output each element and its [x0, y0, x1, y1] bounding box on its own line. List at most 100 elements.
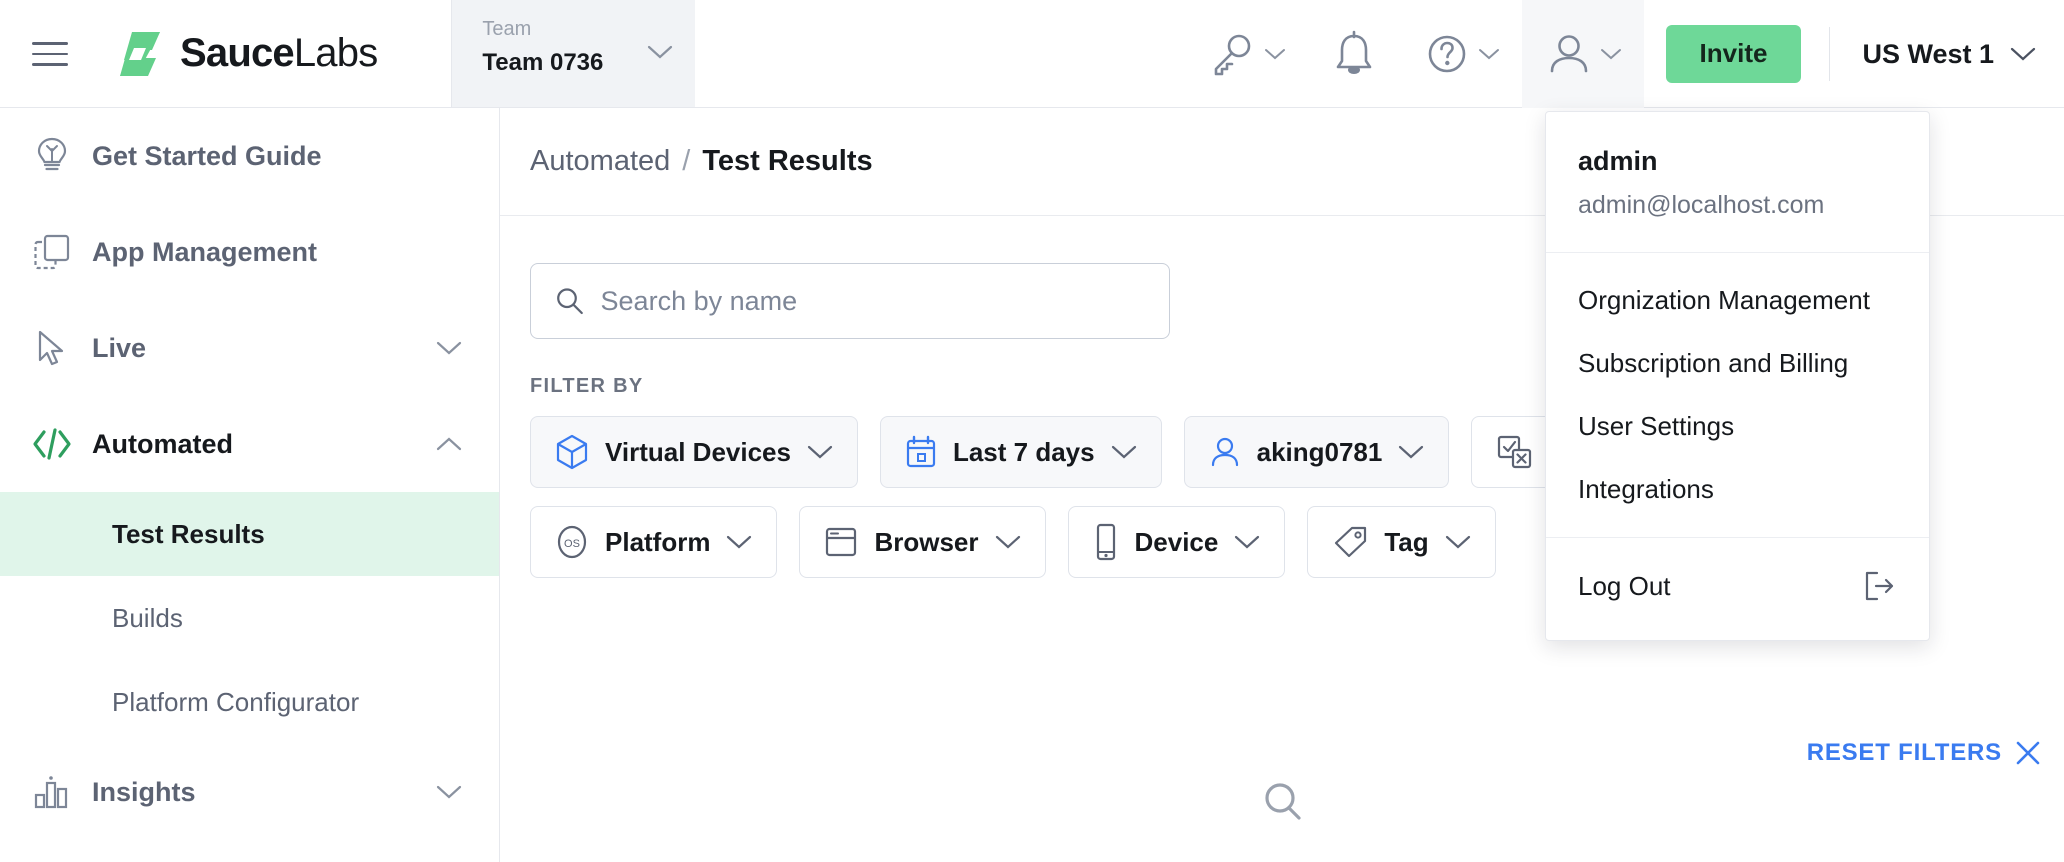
chevron-down-icon [435, 340, 463, 356]
sidebar-item-label: Get Started Guide [92, 141, 322, 172]
team-selector[interactable]: Team Team 0736 [452, 0, 695, 107]
hamburger-bar [32, 63, 68, 66]
menu-item-integrations[interactable]: Integrations [1546, 458, 1929, 521]
chevron-down-icon [1445, 534, 1471, 550]
chevron-down-icon [2010, 46, 2036, 62]
loading-spinner-icon [1259, 779, 1305, 825]
filter-chip-date-range[interactable]: Last 7 days [880, 416, 1162, 488]
help-circle-icon [1422, 29, 1472, 79]
cube-icon [555, 434, 589, 470]
sidebar-item-insights[interactable]: Insights [0, 744, 499, 840]
sauce-labs-logo-icon [114, 28, 166, 80]
search-icon [555, 285, 585, 317]
top-header: SauceLabs Team Team 0736 [0, 0, 2064, 108]
chevron-down-icon [435, 784, 463, 800]
menu-item-user-settings[interactable]: User Settings [1546, 395, 1929, 458]
sidebar-item-automated[interactable]: Automated [0, 396, 499, 492]
menu-item-label: Subscription and Billing [1578, 348, 1848, 379]
user-menu-items: Orgnization Management Subscription and … [1546, 253, 1929, 538]
bell-icon [1330, 28, 1378, 80]
hamburger-bar [32, 42, 68, 45]
status-check-x-icon [1496, 434, 1534, 470]
help-button[interactable] [1400, 0, 1522, 108]
sidebar-item-label: Insights [92, 777, 196, 808]
app-copy-icon [30, 233, 74, 271]
menu-item-organization-management[interactable]: Orgnization Management [1546, 269, 1929, 332]
filter-chip-label: Platform [605, 527, 710, 558]
brand-text: SauceLabs [180, 31, 377, 76]
user-account-menu: admin admin@localhost.com Orgnization Ma… [1545, 111, 1930, 641]
sauce-labs-app: SauceLabs Team Team 0736 [0, 0, 2064, 862]
user-account-button[interactable] [1522, 0, 1644, 108]
calendar-icon [905, 435, 937, 469]
filter-chip-tag[interactable]: Tag [1307, 506, 1495, 578]
notifications-button[interactable] [1308, 0, 1400, 108]
search-input[interactable] [601, 286, 1145, 317]
filter-chip-platform[interactable]: OS Platform [530, 506, 777, 578]
chevron-down-icon [1398, 444, 1424, 460]
filter-chip-label: Last 7 days [953, 437, 1095, 468]
filter-chip-label: Device [1135, 527, 1219, 558]
user-icon [1209, 435, 1241, 469]
user-menu-footer: Log Out [1546, 538, 1929, 640]
key-icon [1206, 28, 1258, 80]
menu-item-label: User Settings [1578, 411, 1734, 442]
bar-chart-icon [30, 775, 74, 809]
team-value: Team 0736 [482, 49, 671, 77]
filter-chip-browser[interactable]: Browser [799, 506, 1045, 578]
filter-chip-owner[interactable]: aking0781 [1184, 416, 1450, 488]
filter-chip-label: Browser [874, 527, 978, 558]
menu-item-label: Integrations [1578, 474, 1714, 505]
team-label: Team [482, 16, 671, 43]
api-key-button[interactable] [1184, 0, 1308, 108]
sidebar-subitem-platform-configurator[interactable]: Platform Configurator [0, 660, 499, 744]
sidebar-nav: Get Started Guide App Management Live [0, 108, 500, 862]
chevron-down-icon [1600, 47, 1622, 61]
sidebar-item-label: Automated [92, 429, 233, 460]
user-menu-name: admin [1578, 146, 1897, 177]
brand-logo-link[interactable]: SauceLabs [100, 0, 377, 107]
filter-chip-device[interactable]: Device [1068, 506, 1286, 578]
sidebar-item-label: App Management [92, 237, 317, 268]
os-icon: OS [555, 524, 589, 560]
breadcrumb-parent[interactable]: Automated [530, 145, 670, 178]
lightbulb-icon [30, 136, 74, 176]
header-divider [1829, 27, 1830, 81]
chevron-down-icon [647, 44, 673, 60]
sidebar-item-get-started-guide[interactable]: Get Started Guide [0, 108, 499, 204]
filter-chip-label: Tag [1384, 527, 1428, 558]
filter-by-label: FILTER BY [530, 375, 644, 398]
menu-item-label: Log Out [1578, 571, 1671, 602]
sidebar-item-mobile-beta-testing[interactable]: Mobile Beta Testing [0, 840, 499, 862]
brand-bold: Sauce [180, 31, 294, 75]
cursor-icon [30, 329, 74, 367]
chevron-down-icon [1111, 444, 1137, 460]
menu-item-log-out[interactable]: Log Out [1546, 554, 1929, 618]
invite-button[interactable]: Invite [1666, 25, 1802, 83]
user-menu-email: admin@localhost.com [1578, 191, 1897, 220]
search-box[interactable] [530, 263, 1170, 339]
tag-icon [1332, 525, 1368, 559]
region-selector[interactable]: US West 1 [1834, 0, 2064, 108]
chevron-down-icon [995, 534, 1021, 550]
chevron-down-icon [1478, 47, 1500, 61]
chevron-down-icon [1264, 47, 1286, 61]
header-icon-group [1184, 0, 1644, 108]
user-menu-header: admin admin@localhost.com [1546, 112, 1929, 253]
hamburger-icon[interactable] [0, 0, 100, 108]
brand-light: Labs [294, 31, 378, 75]
chevron-down-icon [726, 534, 752, 550]
sidebar-subitem-test-results[interactable]: Test Results [0, 492, 499, 576]
sidebar-subitem-builds[interactable]: Builds [0, 576, 499, 660]
loading-area [500, 742, 2064, 862]
sidebar-item-live[interactable]: Live [0, 300, 499, 396]
breadcrumb-separator: / [682, 145, 690, 178]
sidebar-subitem-label: Builds [112, 603, 183, 634]
sidebar-item-app-management[interactable]: App Management [0, 204, 499, 300]
sidebar-subitem-label: Test Results [112, 519, 265, 550]
menu-item-label: Orgnization Management [1578, 285, 1870, 316]
filter-chip-label: Virtual Devices [605, 437, 791, 468]
svg-text:OS: OS [564, 538, 580, 550]
filter-chip-virtual-devices[interactable]: Virtual Devices [530, 416, 858, 488]
menu-item-subscription-and-billing[interactable]: Subscription and Billing [1546, 332, 1929, 395]
